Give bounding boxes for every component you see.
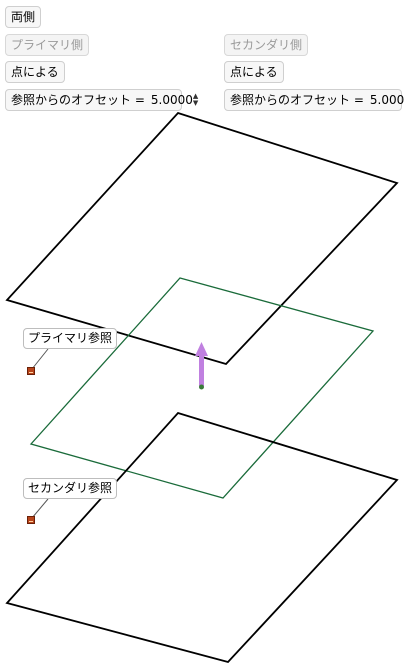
secondary-ref-marker-icon[interactable] [27,516,35,524]
primary-ref-marker-icon[interactable] [27,367,35,375]
primary-ref-label[interactable]: プライマリ参照 [23,328,118,349]
secondary-ref-label[interactable]: セカンダリ参照 [23,478,118,499]
primary-ref-leader [31,348,49,370]
direction-arrow-icon[interactable] [195,342,208,390]
primary-reference-plane[interactable] [5,111,399,366]
secondary-reference-plane[interactable] [5,411,399,664]
